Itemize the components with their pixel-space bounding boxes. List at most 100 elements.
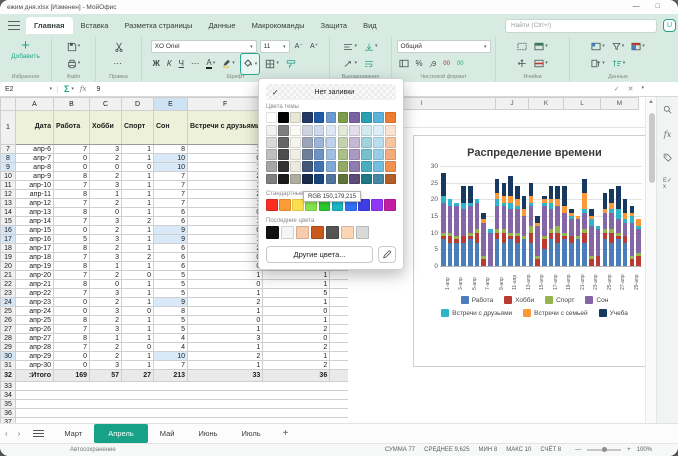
color-variant-swatch[interactable] xyxy=(385,137,396,148)
row-header[interactable]: 12 xyxy=(1,190,16,199)
cell[interactable]: 0 xyxy=(54,307,90,316)
cell[interactable]: 0 xyxy=(54,361,90,370)
number-format-select[interactable]: Общий▾ xyxy=(397,40,491,53)
cell-date[interactable]: 14-апр xyxy=(16,217,54,226)
header-cell[interactable]: Сон xyxy=(154,111,188,145)
row-header[interactable]: 26 xyxy=(1,316,16,325)
color-variant-swatch[interactable] xyxy=(278,149,289,160)
row-header[interactable]: 9 xyxy=(1,163,16,172)
row-header[interactable]: 22 xyxy=(1,280,16,289)
cell[interactable]: 5 xyxy=(54,235,90,244)
color-variant-swatch[interactable] xyxy=(278,125,289,136)
cell[interactable]: 7 xyxy=(54,217,90,226)
color-variant-swatch[interactable] xyxy=(326,174,337,185)
menu-tab-Главная[interactable]: Главная xyxy=(26,17,73,34)
row-header[interactable]: 34 xyxy=(1,391,16,400)
color-variant-swatch[interactable] xyxy=(361,137,372,148)
empty-cells[interactable] xyxy=(16,409,378,418)
cell[interactable]: 2 xyxy=(188,244,263,253)
cell[interactable]: 8 xyxy=(54,316,90,325)
column-header-E[interactable]: E xyxy=(154,98,188,111)
standard-color-swatch[interactable] xyxy=(279,199,291,211)
color-variant-swatch[interactable] xyxy=(349,161,360,172)
cell-settings-icon[interactable]: ▾ xyxy=(589,58,607,69)
column-header-L[interactable]: L xyxy=(564,97,601,110)
cell[interactable]: 7 xyxy=(54,253,90,262)
cell[interactable]: 1 xyxy=(263,298,330,307)
column-header-F[interactable]: F xyxy=(188,98,263,111)
zoom-level[interactable]: 100% xyxy=(637,447,652,453)
formula-input[interactable]: 9 xyxy=(92,86,100,93)
color-variant-swatch[interactable] xyxy=(361,149,372,160)
theme-color-swatch[interactable] xyxy=(349,112,360,123)
scroll-up-icon[interactable]: ▲ xyxy=(648,99,654,105)
color-variant-swatch[interactable] xyxy=(373,174,384,185)
font-size-select[interactable]: 11▾ xyxy=(260,40,290,53)
cell[interactable]: 0 xyxy=(54,154,90,163)
cell[interactable]: 1 xyxy=(122,289,154,298)
cell[interactable]: 7 xyxy=(54,145,90,154)
column-header-A[interactable]: A xyxy=(16,98,54,111)
color-variant-swatch[interactable] xyxy=(326,125,337,136)
row-header[interactable]: 7 xyxy=(1,145,16,154)
increase-decimal-icon[interactable]: 00 xyxy=(455,60,466,68)
color-variant-swatch[interactable] xyxy=(338,174,349,185)
cell-date[interactable]: 28-апр xyxy=(16,343,54,352)
cell[interactable]: 9 xyxy=(154,298,188,307)
cell[interactable]: 7 xyxy=(54,181,90,190)
color-variant-swatch[interactable] xyxy=(373,161,384,172)
cell[interactable]: 7 xyxy=(54,271,90,280)
maximize-button[interactable]: □ xyxy=(656,0,660,14)
cell[interactable]: 0 xyxy=(54,163,90,172)
cell[interactable]: 6 xyxy=(154,262,188,271)
font-shrink-button[interactable]: A⁻ xyxy=(293,42,305,51)
row-header[interactable]: 32 xyxy=(1,370,16,382)
recent-color-swatch[interactable] xyxy=(281,226,294,239)
cell-date[interactable]: 12-апр xyxy=(16,199,54,208)
standard-color-swatch[interactable] xyxy=(266,199,278,211)
totals-cell[interactable]: 213 xyxy=(154,370,188,382)
add-sheet-button[interactable]: + xyxy=(273,428,299,439)
italic-button[interactable]: К xyxy=(165,59,174,69)
save-icon[interactable]: ▾ xyxy=(65,41,83,53)
menu-tab-Данные[interactable]: Данные xyxy=(200,17,243,34)
cell[interactable]: 0 xyxy=(122,307,154,316)
cell[interactable]: 0 xyxy=(263,307,330,316)
cell[interactable]: 1 xyxy=(122,235,154,244)
color-variant-swatch[interactable] xyxy=(338,125,349,136)
row-header[interactable]: 27 xyxy=(1,325,16,334)
color-variant-swatch[interactable] xyxy=(290,161,301,172)
cell[interactable]: 1 xyxy=(188,343,263,352)
row-header[interactable]: 15 xyxy=(1,217,16,226)
cell[interactable]: 1 xyxy=(90,190,122,199)
theme-color-swatch[interactable] xyxy=(361,112,372,123)
cell[interactable]: 1 xyxy=(122,325,154,334)
underline-button[interactable]: Ч xyxy=(177,59,186,69)
cell[interactable]: 7 xyxy=(154,190,188,199)
cell[interactable]: 4 xyxy=(154,343,188,352)
sheet-tab-Май[interactable]: Май xyxy=(148,424,187,443)
delete-row-icon[interactable]: ▾ xyxy=(532,58,550,69)
cell[interactable]: 3 xyxy=(90,307,122,316)
cell[interactable]: 1 xyxy=(122,145,154,154)
autosum-icon[interactable]: Σ xyxy=(58,84,71,94)
color-variant-swatch[interactable] xyxy=(314,161,325,172)
row-header[interactable]: 23 xyxy=(1,289,16,298)
cell[interactable]: 2 xyxy=(188,190,263,199)
cell[interactable]: 1 xyxy=(188,361,263,370)
cell[interactable]: 5 xyxy=(263,289,330,298)
cell[interactable]: 1 xyxy=(263,352,330,361)
cell[interactable]: 2 xyxy=(90,271,122,280)
cell[interactable]: 7 xyxy=(154,199,188,208)
cell[interactable]: 3 xyxy=(188,334,263,343)
theme-color-swatch[interactable] xyxy=(266,112,277,123)
font-color-icon[interactable]: A▾ xyxy=(204,58,217,70)
menu-tab-Защита[interactable]: Защита xyxy=(312,17,355,34)
cell[interactable]: 5 xyxy=(154,280,188,289)
cell[interactable]: 8 xyxy=(54,208,90,217)
cell[interactable]: 1 xyxy=(122,190,154,199)
comma-style-icon[interactable]: ٫9 xyxy=(428,59,439,69)
cell-date[interactable]: 22-апр xyxy=(16,289,54,298)
cell[interactable]: 2 xyxy=(90,352,122,361)
color-variant-swatch[interactable] xyxy=(373,137,384,148)
